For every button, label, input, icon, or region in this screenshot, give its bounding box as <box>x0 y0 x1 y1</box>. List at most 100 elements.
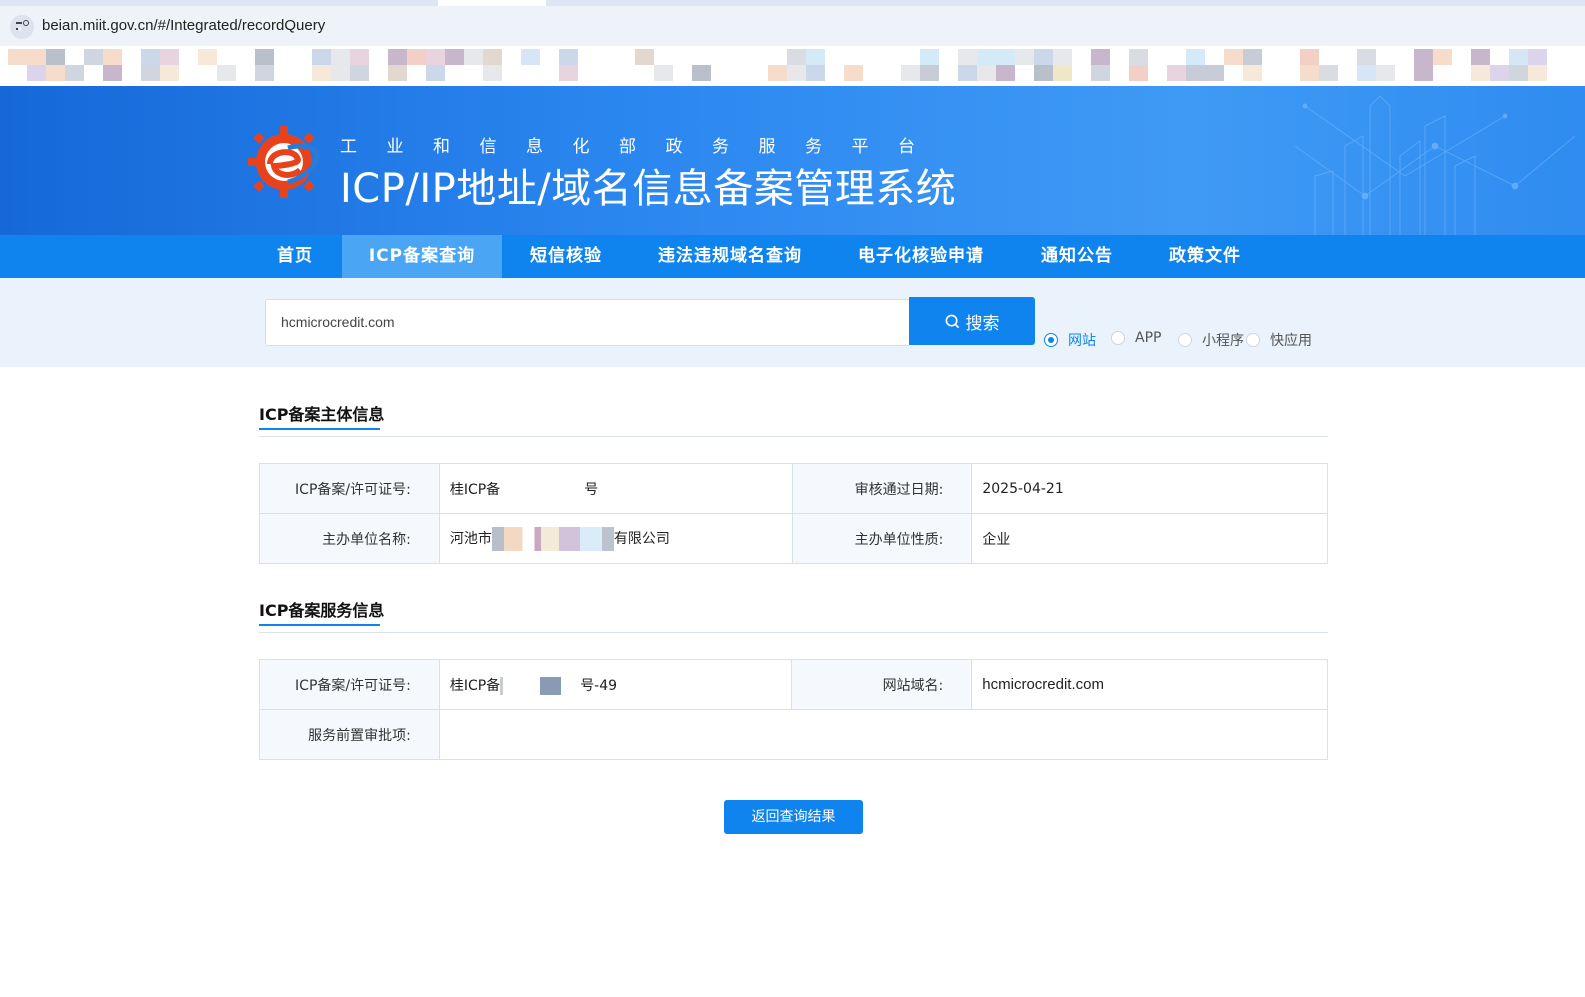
radio-dot <box>1111 331 1125 345</box>
bookmark-pixel <box>1357 49 1376 65</box>
bookmark-pixel <box>1357 65 1376 81</box>
radio-dot <box>1044 333 1058 347</box>
bookmark-pixel <box>768 65 787 81</box>
nav-electronic-verify[interactable]: 电子化核验申请 <box>845 235 997 278</box>
bookmark-pixel <box>521 49 540 65</box>
bookmark-pixel <box>1186 49 1205 65</box>
nav-icp-query[interactable]: ICP备案查询 <box>342 235 502 278</box>
bookmark-pixel <box>445 49 464 65</box>
bookmark-pixel <box>1224 49 1243 65</box>
search-button[interactable]: 搜索 <box>909 297 1035 345</box>
type-radio-website[interactable]: 网站 <box>1044 330 1096 350</box>
bookmark-pixel <box>350 65 369 81</box>
bookmark-pixel <box>1053 49 1072 65</box>
bookmark-pixel <box>8 49 27 65</box>
bookmark-pixel <box>654 65 673 81</box>
bookmark-pixel <box>1129 49 1148 65</box>
bookmark-pixel <box>1243 65 1262 81</box>
bookmark-pixel <box>1376 65 1395 81</box>
search-icon <box>945 314 959 328</box>
bookmark-pixel <box>255 65 274 81</box>
bookmark-pixel <box>388 49 407 65</box>
bookmark-pixel <box>388 65 407 81</box>
nav-notices[interactable]: 通知公告 <box>1027 235 1127 278</box>
bookmark-pixel <box>920 65 939 81</box>
type-radio-miniprogram[interactable]: 小程序 <box>1178 330 1244 350</box>
search-input[interactable]: hcmicrocredit.com <box>265 299 909 346</box>
system-title: ICP/IP地址/域名信息备案管理系统 <box>340 166 957 212</box>
license-label: ICP备案/许可证号: <box>259 463 440 514</box>
bookmark-pixel <box>844 65 863 81</box>
title-underline <box>259 624 380 626</box>
title-underline <box>259 428 380 430</box>
bookmark-pixel <box>1509 49 1528 65</box>
type-label-app: APP <box>1135 330 1162 346</box>
type-label-quickapp: 快应用 <box>1270 333 1312 349</box>
bookmark-pixel <box>806 65 825 81</box>
bookmark-pixel <box>464 49 483 65</box>
radio-dot <box>1178 333 1192 347</box>
bookmark-pixel <box>1414 65 1433 81</box>
service-info-table: ICP备案/许可证号: 桂ICP备 号-49 网站域名: hcmicrocredi… <box>259 659 1329 760</box>
address-bar[interactable]: beian.miit.gov.cn/#/Integrated/recordQue… <box>0 6 1585 46</box>
bookmark-pixel <box>1091 49 1110 65</box>
miit-logo-icon <box>248 126 320 198</box>
type-radio-quickapp[interactable]: 快应用 <box>1246 330 1312 350</box>
service-license-suffix: 号-49 <box>580 677 618 694</box>
platform-subtitle: 工业和信息化部政务服务平台 <box>340 137 945 157</box>
org-type-label: 主办单位性质: <box>791 513 973 564</box>
bookmark-pixel <box>635 49 654 65</box>
type-label-website: 网站 <box>1068 333 1096 349</box>
subject-info-title: ICP备案主体信息 <box>259 401 384 430</box>
search-button-label: 搜索 <box>965 313 1000 334</box>
bookmark-pixel <box>1528 65 1547 81</box>
nav-illegal-domain-query[interactable]: 违法违规域名查询 <box>645 235 815 278</box>
subject-info-table: ICP备案/许可证号: 桂ICP备 号 审核通过日期: 2025-04-21 主办… <box>259 463 1328 564</box>
bookmark-pixel <box>255 49 274 65</box>
bookmarks-bar <box>0 46 1585 86</box>
bookmark-pixel <box>996 65 1015 81</box>
service-info-title: ICP备案服务信息 <box>259 597 384 626</box>
license-suffix: 号 <box>584 481 599 498</box>
bookmark-pixel <box>141 49 160 65</box>
bookmark-pixel <box>198 49 217 65</box>
nav-sms-verify[interactable]: 短信核验 <box>515 235 617 278</box>
license-value: 桂ICP备 号 <box>438 463 793 514</box>
bookmark-pixel <box>1167 65 1186 81</box>
org-name-prefix: 河池市 <box>449 530 492 547</box>
back-to-results-button[interactable]: 返回查询结果 <box>724 800 863 834</box>
bookmark-pixel <box>1015 49 1034 65</box>
nav-home[interactable]: 首页 <box>259 235 331 278</box>
domain-value: hcmicrocredit.com <box>971 659 1328 710</box>
url-text[interactable]: beian.miit.gov.cn/#/Integrated/recordQue… <box>42 17 325 34</box>
approve-date-value: 2025-04-21 <box>971 463 1328 514</box>
bookmark-pixel <box>920 49 939 65</box>
nav-policy-docs[interactable]: 政策文件 <box>1155 235 1255 278</box>
table-row: ICP备案/许可证号: 桂ICP备 号-49 网站域名: hcmicrocredi… <box>259 659 1328 710</box>
bookmark-pixel <box>1243 49 1262 65</box>
bookmark-pixel <box>1300 49 1319 65</box>
bookmark-pixel <box>312 65 331 81</box>
bookmark-pixel <box>84 49 103 65</box>
bookmark-pixel <box>1433 49 1452 65</box>
bookmark-pixel <box>103 65 122 81</box>
site-settings-icon[interactable] <box>10 15 34 39</box>
bookmark-pixel <box>1129 65 1148 81</box>
bookmark-pixel <box>806 49 825 65</box>
bookmark-pixel <box>483 65 502 81</box>
bookmark-pixel <box>1034 65 1053 81</box>
table-row: 主办单位名称: 河池市 有限公司 主办单位性质: 企业 <box>259 513 1328 564</box>
bookmark-pixel <box>426 65 445 81</box>
site-header: 工业和信息化部政务服务平台 ICP/IP地址/域名信息备案管理系统 <box>0 86 1585 235</box>
type-radio-app[interactable]: APP <box>1111 330 1161 346</box>
bookmark-pixel <box>1053 65 1072 81</box>
redacted-mask <box>500 483 584 497</box>
redacted-mask <box>491 526 614 551</box>
org-name-value: 河池市 有限公司 <box>438 513 793 564</box>
table-row: 服务前置审批项: <box>259 709 1329 760</box>
bookmark-pixel <box>103 49 122 65</box>
bookmark-pixel <box>160 65 179 81</box>
org-type-value: 企业 <box>971 513 1328 564</box>
bookmark-pixel <box>1319 65 1338 81</box>
service-license-value: 桂ICP备 号-49 <box>438 659 793 710</box>
